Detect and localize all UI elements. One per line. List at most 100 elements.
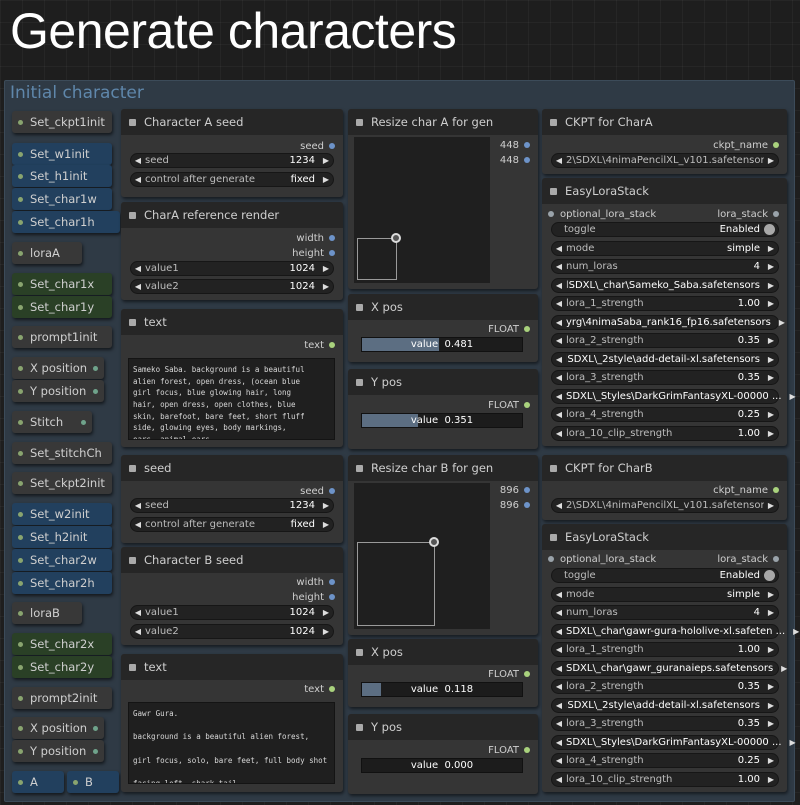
variable-pill[interactable]: Set_ckpt2init	[12, 472, 112, 494]
variable-pill[interactable]: Set_stitchCh	[12, 442, 112, 464]
arrow-left-icon[interactable]: ◀	[552, 299, 566, 308]
arrow-left-icon[interactable]: ◀	[552, 608, 566, 617]
output-socket-icon[interactable]	[329, 488, 335, 494]
arrow-right-icon[interactable]: ▶	[764, 281, 778, 290]
control-after-generate-widget[interactable]: ◀ control after generate fixed ▶	[130, 517, 334, 532]
arrow-right-icon[interactable]: ▶	[764, 373, 778, 382]
output-socket-icon[interactable]	[329, 579, 335, 585]
variable-pill[interactable]: Set_char2h	[12, 572, 112, 594]
arrow-left-icon[interactable]: ◀	[552, 355, 566, 364]
variable-pill[interactable]: prompt1init	[12, 326, 112, 348]
collapse-dot-icon[interactable]	[129, 464, 136, 472]
seed-widget[interactable]: ◀ seed 1234 ▶	[130, 153, 334, 168]
character-b-seed-node[interactable]: Character B seed width height ◀ value1 102…	[121, 547, 343, 645]
y-pos-node-a[interactable]: Y pos FLOAT value 0.351	[348, 369, 538, 449]
arrow-right-icon[interactable]: ▶	[764, 244, 778, 253]
arrow-right-icon[interactable]: ▶	[764, 590, 778, 599]
collapse-dot-icon[interactable]	[550, 118, 557, 126]
lora-widget[interactable]: ◀ lora_4_strength 0.25 ▶	[551, 753, 779, 768]
arrow-left-icon[interactable]: ◀	[552, 410, 566, 419]
variable-pill[interactable]: X position	[12, 717, 104, 739]
resize-char-a-node[interactable]: Resize char A for gen 448 448	[348, 109, 538, 289]
output-socket-icon[interactable]	[329, 235, 335, 241]
arrow-right-icon[interactable]: ▶	[789, 627, 800, 636]
arrow-right-icon[interactable]: ▶	[764, 410, 778, 419]
lora-widget[interactable]: ◀ mode simple ▶	[551, 586, 779, 602]
collapse-dot-icon[interactable]	[356, 648, 363, 656]
toggle-knob-icon[interactable]	[764, 224, 775, 235]
arrow-left-icon[interactable]: ◀	[552, 392, 566, 401]
arrow-right-icon[interactable]: ▶	[764, 682, 778, 691]
arrow-right-icon[interactable]: ▶	[764, 429, 778, 438]
variable-pill[interactable]: A	[12, 771, 64, 793]
lora-widget[interactable]: ◀lor...SDXL\_2style\add-detail-xl.safete…	[551, 697, 779, 713]
input-socket-icon[interactable]	[548, 211, 554, 217]
arrow-left-icon[interactable]: ◀	[552, 682, 566, 691]
lora-widget[interactable]: ◀ SDXL\_char\gawr-gura-hololive-xl.safete…	[551, 623, 799, 639]
arrow-left-icon[interactable]: ◀	[552, 373, 566, 382]
x-pos-slider[interactable]: value 0.118	[361, 682, 523, 697]
lora-widget[interactable]: toggle Enabled	[551, 222, 779, 237]
output-socket-icon[interactable]	[329, 594, 335, 600]
prompt-textarea[interactable]: Sameko Saba. background is a beautiful a…	[128, 358, 335, 440]
y-pos-node-b[interactable]: Y pos FLOAT value 0.000	[348, 714, 538, 794]
arrow-left-icon[interactable]: ◀	[552, 701, 566, 710]
collapse-dot-icon[interactable]	[550, 187, 557, 195]
lora-widget[interactable]: ◀ yrg\4nimaSaba_rank16_fp16.safetensors ▶	[551, 314, 785, 330]
lora-widget[interactable]: ◀ SDXL\_Styles\DarkGrimFantasyXL-00000 ..…	[551, 734, 796, 750]
ckpt-name-select[interactable]: ◀ 2\SDXL\4nimaPencilXL_v101.safetensors ▶	[551, 153, 779, 168]
output-socket-icon[interactable]	[773, 211, 779, 217]
collapse-dot-icon[interactable]	[129, 211, 136, 219]
arrow-right-icon[interactable]: ▶	[777, 664, 791, 673]
variable-pill[interactable]: prompt2init	[12, 687, 112, 709]
resize-canvas[interactable]	[354, 483, 490, 629]
arrow-left-icon[interactable]: ◀	[552, 645, 566, 654]
prompt-textarea[interactable]: Gawr Gura. background is a beautiful ali…	[128, 702, 335, 784]
collapse-dot-icon[interactable]	[356, 464, 363, 472]
arrow-right-icon[interactable]: ▶	[764, 775, 778, 784]
seed-widget[interactable]: ◀ seed 1234 ▶	[130, 498, 334, 513]
value2-widget[interactable]: ◀ value2 1024 ▶	[130, 279, 334, 294]
output-socket-icon[interactable]	[773, 142, 779, 148]
output-socket-icon[interactable]	[524, 502, 530, 508]
output-socket-icon[interactable]	[524, 487, 530, 493]
lora-widget[interactable]: ◀ lora_3_strength 0.35 ▶	[551, 370, 779, 385]
variable-pill[interactable]: Set_w2init	[12, 503, 112, 525]
arrow-right-icon[interactable]: ▶	[764, 355, 778, 364]
ckpt-char-b-node[interactable]: CKPT for CharB ckpt_name ◀ 2\SDXL\4nimaPe…	[542, 455, 787, 520]
seed-node-a[interactable]: Character A seed seed ◀ seed 1234 ▶ ◀ contro…	[121, 109, 343, 197]
x-pos-slider[interactable]: value 0.481	[361, 337, 523, 352]
collapse-dot-icon[interactable]	[129, 556, 136, 564]
text-node-a[interactable]: text text Sameko Saba. background is a b…	[121, 309, 343, 447]
resize-char-b-node[interactable]: Resize char B for gen 896 896	[348, 455, 538, 635]
lora-widget[interactable]: ◀ num_loras 4 ▶	[551, 259, 779, 274]
variable-pill[interactable]: Set_char1y	[12, 296, 112, 318]
arrow-right-icon[interactable]: ▶	[764, 645, 778, 654]
ckpt-name-select[interactable]: ◀ 2\SDXL\4nimaPencilXL_v101.safetensors ▶	[551, 498, 779, 513]
variable-pill[interactable]: Set_w1init	[12, 143, 112, 165]
lora-widget[interactable]: ◀ lora_10_clip_strength 1.00 ▶	[551, 771, 779, 787]
lora-widget[interactable]: ◀ lora_3_strength 0.35 ▶	[551, 716, 779, 731]
collapse-dot-icon[interactable]	[129, 318, 136, 326]
collapse-dot-icon[interactable]	[129, 118, 136, 126]
variable-pill[interactable]: B	[67, 771, 119, 793]
arrow-right-icon[interactable]: ▶	[775, 318, 789, 327]
x-pos-node-b[interactable]: X pos FLOAT value 0.118	[348, 639, 538, 707]
arrow-left-icon[interactable]: ◀	[552, 627, 566, 636]
arrow-left-icon[interactable]: ◀	[552, 262, 566, 271]
arrow-left-icon[interactable]: ◀	[552, 281, 566, 290]
easy-lora-stack-a[interactable]: EasyLoraStack optional_lora_stack lora_s…	[542, 178, 796, 446]
output-socket-icon[interactable]	[329, 143, 335, 149]
toggle-knob-icon[interactable]	[764, 570, 775, 581]
collapse-dot-icon[interactable]	[356, 118, 363, 126]
y-pos-slider[interactable]: value 0.351	[361, 413, 523, 428]
lora-widget[interactable]: ◀ mode simple ▶	[551, 240, 779, 256]
output-socket-icon[interactable]	[329, 686, 335, 692]
output-socket-icon[interactable]	[524, 326, 530, 332]
input-socket-icon[interactable]	[548, 556, 554, 562]
lora-widget[interactable]: ◀ num_loras 4 ▶	[551, 605, 779, 620]
variable-pill[interactable]: Y position	[12, 740, 104, 762]
output-socket-icon[interactable]	[524, 402, 530, 408]
arrow-right-icon[interactable]: ▶	[764, 608, 778, 617]
output-socket-icon[interactable]	[773, 556, 779, 562]
